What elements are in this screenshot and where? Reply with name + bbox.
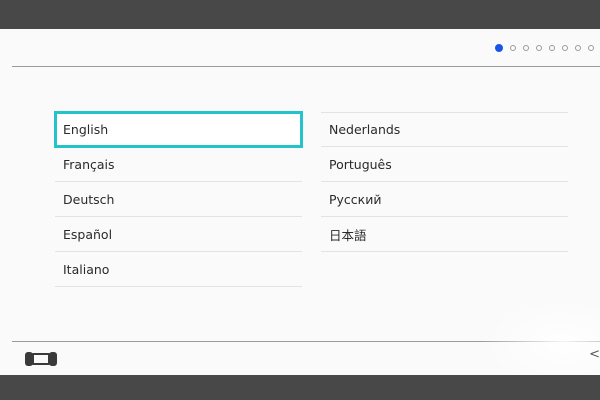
progress-dot	[536, 45, 542, 51]
language-label: Nederlands	[329, 122, 401, 137]
footer-divider	[12, 341, 600, 342]
progress-dot	[523, 45, 529, 51]
language-option-portuguese[interactable]: Português	[321, 147, 568, 182]
top-letterbox	[0, 0, 600, 29]
language-option-english[interactable]: English	[54, 111, 303, 148]
language-list-left: English Français Deutsch Español Italian…	[54, 111, 303, 287]
language-label: Français	[63, 156, 115, 172]
progress-dot-active	[495, 44, 503, 52]
language-option-italian[interactable]: Italiano	[55, 252, 302, 287]
language-option-german[interactable]: Deutsch	[55, 182, 302, 217]
language-option-russian[interactable]: Русский	[321, 182, 568, 217]
handheld-console-icon	[24, 351, 58, 371]
language-list-right: Nederlands Português Русский 日本語	[321, 112, 568, 252]
chevron-left-icon[interactable]: <	[589, 347, 600, 362]
language-label: Deutsch	[63, 191, 115, 207]
language-option-french[interactable]: Français	[55, 147, 302, 182]
language-option-japanese[interactable]: 日本語	[321, 217, 568, 252]
language-option-dutch[interactable]: Nederlands	[321, 112, 568, 147]
progress-dot	[562, 45, 568, 51]
language-label: Русский	[329, 191, 382, 207]
header-divider	[12, 66, 600, 67]
progress-dot	[510, 45, 516, 51]
language-label: 日本語	[329, 227, 367, 243]
language-option-spanish[interactable]: Español	[55, 217, 302, 252]
language-label: Español	[63, 226, 113, 242]
progress-dot	[575, 45, 581, 51]
bottom-letterbox	[0, 375, 600, 400]
language-label: Português	[329, 156, 392, 172]
language-label: English	[63, 121, 109, 137]
language-selection-screen: English Français Deutsch Español Italian…	[0, 29, 600, 375]
progress-dot	[549, 45, 555, 51]
setup-progress-indicator	[495, 44, 594, 52]
screen-glare	[480, 297, 600, 375]
language-label: Italiano	[63, 261, 110, 277]
progress-dot	[588, 45, 594, 51]
